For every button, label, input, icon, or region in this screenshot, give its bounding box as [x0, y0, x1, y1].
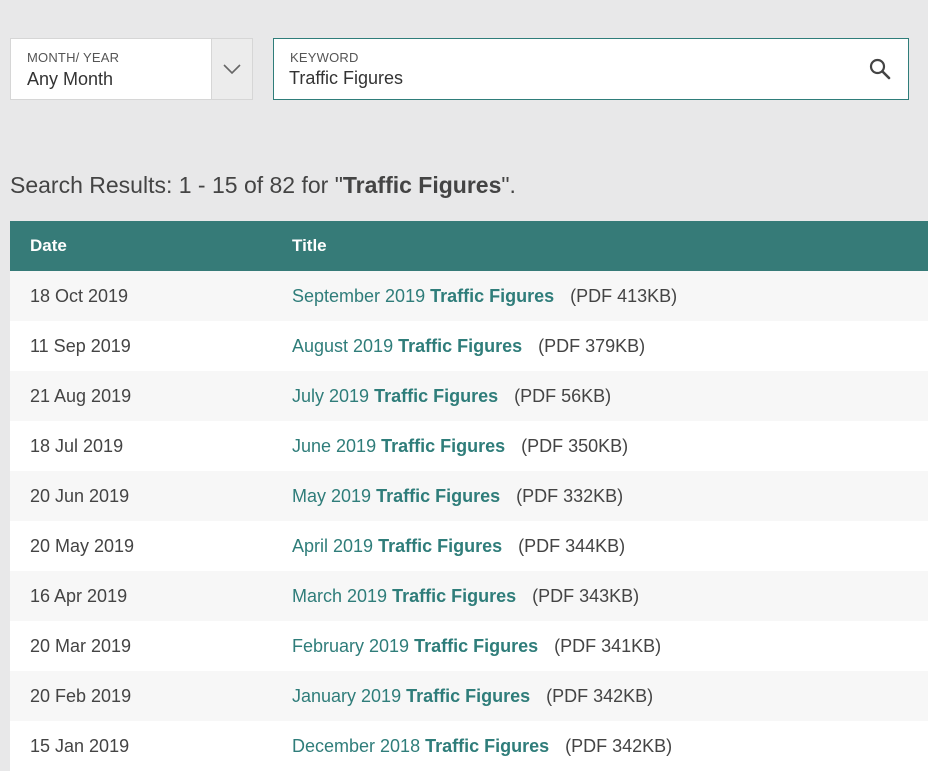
file-size: (PDF 379KB) [538, 335, 646, 356]
document-link[interactable]: May 2019 Traffic Figures [292, 486, 500, 506]
row-title-cell: March 2019 Traffic Figures (PDF 343KB) [292, 571, 928, 621]
link-title-em: Traffic Figures [381, 435, 506, 456]
results-heading: Search Results: 1 - 15 of 82 for "Traffi… [10, 172, 516, 199]
row-date: 11 Sep 2019 [10, 321, 292, 371]
keyword-label: KEYWORD [290, 50, 359, 65]
link-title-em: Traffic Figures [414, 635, 539, 656]
row-title-cell: September 2019 Traffic Figures (PDF 413KB… [292, 271, 928, 321]
link-title-prefix: December 2018 [292, 735, 426, 756]
search-icon[interactable] [868, 57, 892, 81]
file-size: (PDF 341KB) [554, 635, 662, 656]
link-title-prefix: June 2019 [292, 435, 382, 456]
row-date: 15 Jan 2019 [10, 721, 292, 771]
row-title-cell: December 2018 Traffic Figures (PDF 342KB) [292, 721, 928, 771]
link-title-prefix: August 2019 [292, 335, 399, 356]
row-title-cell: April 2019 Traffic Figures (PDF 344KB) [292, 521, 928, 571]
link-title-prefix: January 2019 [292, 685, 407, 706]
document-link[interactable]: January 2019 Traffic Figures [292, 686, 530, 706]
document-link[interactable]: June 2019 Traffic Figures [292, 436, 505, 456]
row-date: 20 Feb 2019 [10, 671, 292, 721]
table-row: 20 May 2019 April 2019 Traffic Figures (P… [10, 521, 928, 571]
document-link[interactable]: April 2019 Traffic Figures [292, 536, 502, 556]
document-link[interactable]: July 2019 Traffic Figures [292, 386, 498, 406]
results-heading-suffix: ". [501, 172, 516, 198]
column-header-date[interactable]: Date [10, 221, 292, 271]
row-title-cell: July 2019 Traffic Figures (PDF 56KB) [292, 371, 928, 421]
row-title-cell: January 2019 Traffic Figures (PDF 342KB) [292, 671, 928, 721]
results-table: Date Title 18 Oct 2019 September 2019 Tr… [10, 221, 928, 771]
document-link[interactable]: February 2019 Traffic Figures [292, 636, 538, 656]
document-link[interactable]: March 2019 Traffic Figures [292, 586, 516, 606]
month-year-label: MONTH/ YEAR [27, 50, 120, 65]
file-size: (PDF 350KB) [521, 435, 629, 456]
link-title-em: Traffic Figures [392, 585, 517, 606]
table-row: 20 Mar 2019 February 2019 Traffic Figure… [10, 621, 928, 671]
row-date: 20 May 2019 [10, 521, 292, 571]
link-title-em: Traffic Figures [406, 685, 531, 706]
table-row: 11 Sep 2019 August 2019 Traffic Figures (… [10, 321, 928, 371]
row-date: 18 Oct 2019 [10, 271, 292, 321]
table-row: 20 Jun 2019 May 2019 Traffic Figures (PDF… [10, 471, 928, 521]
link-title-em: Traffic Figures [376, 485, 501, 506]
file-size: (PDF 332KB) [516, 485, 624, 506]
file-size: (PDF 344KB) [518, 535, 626, 556]
row-date: 21 Aug 2019 [10, 371, 292, 421]
month-year-select[interactable]: MONTH/ YEAR Any Month [10, 38, 253, 100]
table-row: 18 Oct 2019 September 2019 Traffic Figur… [10, 271, 928, 321]
column-header-title[interactable]: Title [292, 221, 928, 271]
link-title-prefix: April 2019 [292, 535, 379, 556]
row-title-cell: May 2019 Traffic Figures (PDF 332KB) [292, 471, 928, 521]
document-link[interactable]: August 2019 Traffic Figures [292, 336, 522, 356]
filter-bar: MONTH/ YEAR Any Month KEYWORD [10, 38, 909, 100]
file-size: (PDF 56KB) [514, 385, 612, 406]
file-size: (PDF 342KB) [565, 735, 673, 756]
table-header-row: Date Title [10, 221, 928, 271]
link-title-em: Traffic Figures [378, 535, 503, 556]
link-title-em: Traffic Figures [430, 285, 555, 306]
keyword-input[interactable] [289, 68, 829, 89]
month-year-value: Any Month [27, 69, 114, 89]
link-title-prefix: February 2019 [292, 635, 415, 656]
row-date: 16 Apr 2019 [10, 571, 292, 621]
file-size: (PDF 413KB) [570, 285, 678, 306]
row-title-cell: August 2019 Traffic Figures (PDF 379KB) [292, 321, 928, 371]
table-row: 16 Apr 2019 March 2019 Traffic Figures (P… [10, 571, 928, 621]
results-heading-prefix: Search Results: 1 - 15 of 82 for " [10, 172, 343, 198]
link-title-prefix: September 2019 [292, 285, 431, 306]
table-row: 21 Aug 2019 July 2019 Traffic Figures (PD… [10, 371, 928, 421]
document-link[interactable]: September 2019 Traffic Figures [292, 286, 554, 306]
table-row: 18 Jul 2019 June 2019 Traffic Figures (PD… [10, 421, 928, 471]
document-link[interactable]: December 2018 Traffic Figures [292, 736, 549, 756]
row-date: 18 Jul 2019 [10, 421, 292, 471]
file-size: (PDF 342KB) [546, 685, 654, 706]
link-title-em: Traffic Figures [374, 385, 499, 406]
link-title-prefix: March 2019 [292, 585, 393, 606]
link-title-em: Traffic Figures [425, 735, 550, 756]
link-title-prefix: July 2019 [292, 385, 375, 406]
link-title-prefix: May 2019 [292, 485, 377, 506]
file-size: (PDF 343KB) [532, 585, 640, 606]
row-date: 20 Mar 2019 [10, 621, 292, 671]
keyword-field: KEYWORD [273, 38, 909, 100]
table-row: 20 Feb 2019 January 2019 Traffic Figures… [10, 671, 928, 721]
row-title-cell: June 2019 Traffic Figures (PDF 350KB) [292, 421, 928, 471]
row-date: 20 Jun 2019 [10, 471, 292, 521]
results-heading-query: Traffic Figures [342, 172, 502, 198]
link-title-em: Traffic Figures [398, 335, 523, 356]
chevron-down-icon[interactable] [211, 39, 252, 99]
row-title-cell: February 2019 Traffic Figures (PDF 341KB) [292, 621, 928, 671]
table-row: 15 Jan 2019 December 2018 Traffic Figure… [10, 721, 928, 771]
